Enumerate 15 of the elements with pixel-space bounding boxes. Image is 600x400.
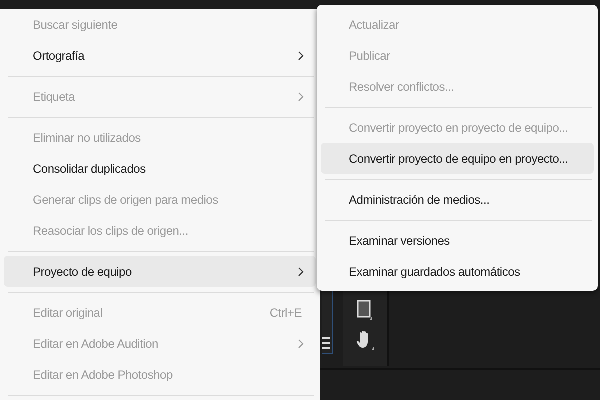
menu-item[interactable]: Examinar versiones — [321, 225, 594, 256]
menu-item[interactable]: Proyecto de equipo — [4, 256, 316, 287]
menu-item[interactable]: Examinar guardados automáticos — [321, 256, 594, 287]
menu-item[interactable]: Consolidar duplicados — [4, 153, 316, 184]
chevron-icon — [298, 50, 304, 60]
chevron-icon — [298, 266, 304, 276]
menu-item[interactable]: Ortografía — [4, 40, 316, 71]
rectangle-tool-icon[interactable] — [357, 300, 373, 320]
menu-icon — [322, 337, 330, 349]
hand-icon[interactable] — [356, 330, 374, 350]
menu-item[interactable]: Administración de medios... — [321, 184, 594, 215]
chevron-icon — [298, 338, 304, 348]
menu-item[interactable]: Convertir proyecto de equipo en proyecto... — [321, 143, 594, 174]
chevron-icon — [298, 92, 304, 102]
shortcut-text: Ctrl+E — [270, 306, 302, 320]
